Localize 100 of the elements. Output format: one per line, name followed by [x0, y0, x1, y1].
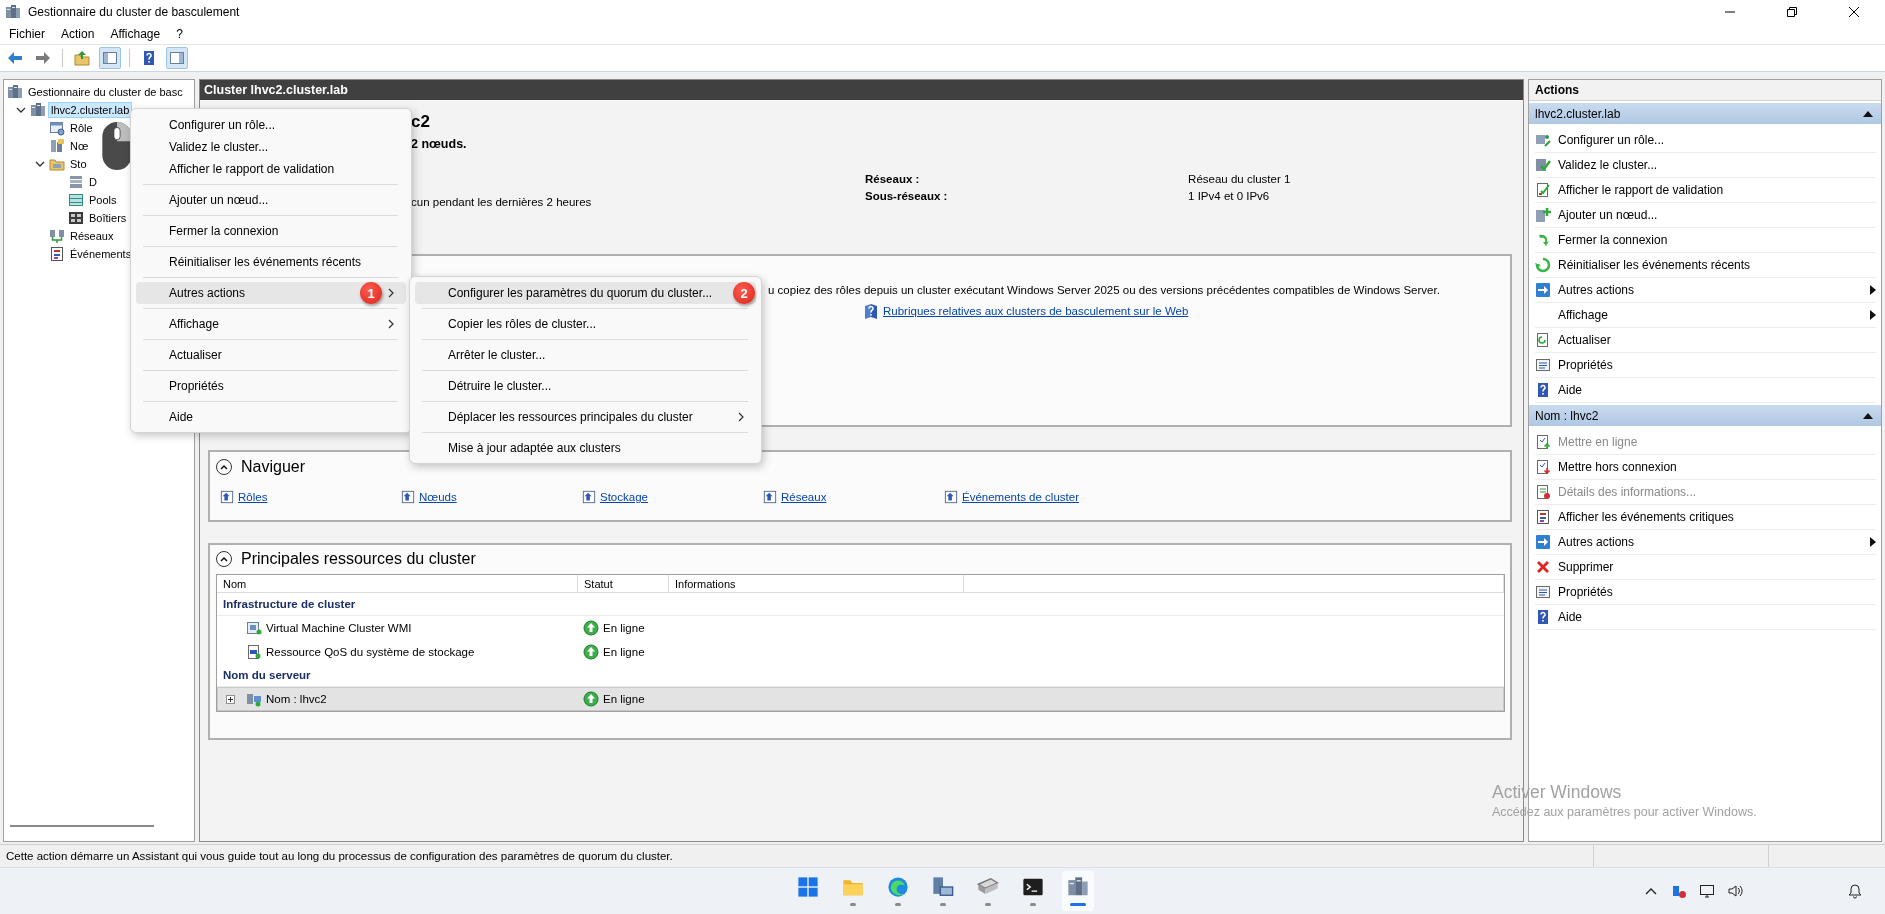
- info-text: u copiez des rôles depuis un cluster exécutant Windows Server 2025 ou des versions précédentes compatibles de Windows Server.: [768, 284, 1440, 296]
- action-item[interactable]: Autres actions: [1535, 530, 1876, 555]
- column-header[interactable]: Nom: [217, 575, 578, 592]
- status-up-icon: [583, 620, 599, 636]
- notification-icon[interactable]: [1847, 883, 1863, 899]
- nav-link[interactable]: Réseaux: [781, 491, 827, 503]
- tree-item[interactable]: D: [86, 174, 100, 190]
- menu-item[interactable]: Réinitialiser les événements récents: [136, 251, 406, 273]
- menu-item[interactable]: Configurer un rôle...: [136, 114, 406, 136]
- menu-entry[interactable]: Fichier: [1, 27, 53, 41]
- speaker-icon[interactable]: [1727, 883, 1743, 899]
- forward-icon: [35, 50, 51, 66]
- column-header[interactable]: Statut: [578, 575, 669, 592]
- table-cell: Ressource QoS du système de stockage: [266, 646, 475, 658]
- action-item[interactable]: Aide: [1535, 378, 1876, 403]
- browser-icon: [886, 876, 909, 898]
- action-item[interactable]: Autres actions: [1535, 278, 1876, 303]
- shortcut-icon: [944, 490, 958, 504]
- table-cell: En ligne: [603, 693, 645, 705]
- status-up-icon: [583, 691, 599, 707]
- tree-item[interactable]: Rôle: [67, 120, 96, 136]
- shortcut-icon: [220, 490, 234, 504]
- monitor-icon[interactable]: [1699, 883, 1715, 899]
- menu-item[interactable]: Mise à jour adaptée aux clusters: [415, 437, 756, 459]
- action-item[interactable]: Supprimer: [1535, 555, 1876, 580]
- menu-entry[interactable]: Affichage: [102, 27, 169, 41]
- network-alert-icon[interactable]: [1671, 883, 1687, 899]
- column-header[interactable]: Informations: [669, 575, 964, 592]
- section-header[interactable]: Nom : lhvc2: [1529, 405, 1881, 426]
- tree-item[interactable]: Boîtiers: [86, 210, 130, 226]
- action-item[interactable]: Afficher le rapport de validation: [1535, 178, 1876, 203]
- tree-item[interactable]: Nœ: [67, 138, 92, 154]
- fact-value: 1 IPv4 et 0 IPv6: [1188, 190, 1271, 202]
- nav-link[interactable]: Stockage: [600, 491, 648, 503]
- action-item[interactable]: Validez le cluster...: [1535, 153, 1876, 178]
- action-item[interactable]: Propriétés: [1535, 353, 1876, 378]
- server-network-icon: [246, 691, 262, 707]
- toolbar-button[interactable]: [99, 47, 121, 69]
- section-title: Principales ressources du cluster: [241, 550, 476, 568]
- scrollbar[interactable]: [10, 825, 154, 827]
- action-item[interactable]: Actualiser: [1535, 328, 1876, 353]
- tree-item[interactable]: Pools: [86, 192, 120, 208]
- action-item[interactable]: Afficher les événements critiques: [1535, 505, 1876, 530]
- menu-item[interactable]: Arrêter le cluster...: [415, 344, 756, 366]
- help-icon: [141, 50, 157, 66]
- chevron-icon[interactable]: [16, 105, 26, 115]
- menu-entry[interactable]: Action: [53, 27, 103, 41]
- tree-item[interactable]: Réseaux: [67, 228, 117, 244]
- menu-item[interactable]: Configurer les paramètres du quorum du cluster... 2: [415, 282, 756, 304]
- nav-link[interactable]: Nœuds: [419, 491, 457, 503]
- pane-icon: [169, 50, 185, 66]
- help-link[interactable]: Rubriques relatives aux clusters de basculement sur le Web: [883, 305, 1189, 317]
- chevron-icon[interactable]: [35, 159, 45, 169]
- network-icon: [49, 228, 65, 244]
- menu-item[interactable]: Détruire le cluster...: [415, 375, 756, 397]
- expand-toggle[interactable]: [226, 694, 235, 704]
- menu-entry[interactable]: ?: [168, 27, 191, 41]
- action-item[interactable]: Propriétés: [1535, 580, 1876, 605]
- menu-item[interactable]: Déplacer les ressources principales du cluster: [415, 406, 756, 428]
- action-item[interactable]: Mettre hors connexion: [1535, 455, 1876, 480]
- action-item[interactable]: Ajouter un nœud...: [1535, 203, 1876, 228]
- tree-item[interactable]: lhvc2.cluster.lab: [48, 102, 133, 118]
- table-row[interactable]: Nom : lhvc2 En ligne: [217, 687, 1504, 711]
- tree-item[interactable]: Sto: [67, 156, 90, 172]
- section-header[interactable]: lhvc2.cluster.lab: [1529, 103, 1881, 124]
- action-item[interactable]: Affichage: [1535, 303, 1876, 328]
- menu-item[interactable]: Ajouter un nœud...: [136, 189, 406, 211]
- menu-item[interactable]: Afficher le rapport de validation: [136, 158, 406, 180]
- menu-item[interactable]: Aide: [136, 406, 406, 428]
- shortcut-icon: [582, 490, 596, 504]
- action-item[interactable]: Fermer la connexion: [1535, 228, 1876, 253]
- nav-link[interactable]: Événements de cluster: [962, 491, 1079, 503]
- status-up-icon: [583, 644, 599, 660]
- terminal-icon: [1021, 876, 1044, 898]
- collapse-toggle[interactable]: [216, 459, 232, 475]
- cluster-icon: [7, 84, 23, 100]
- collapse-icon[interactable]: [1863, 109, 1873, 118]
- menu-item[interactable]: Propriétés: [136, 375, 406, 397]
- table-cell: Nom : lhvc2: [266, 693, 327, 705]
- tree-item[interactable]: Événements: [67, 246, 135, 262]
- back-icon: [7, 50, 23, 66]
- collapse-icon[interactable]: [1863, 411, 1873, 420]
- document-alert-icon: [1535, 484, 1551, 500]
- fact-value: Réseau du cluster 1: [1188, 173, 1292, 185]
- log-icon: [49, 246, 65, 262]
- action-item[interactable]: Aide: [1535, 605, 1876, 630]
- menu-item[interactable]: Autres actions 1: [136, 282, 406, 304]
- menu-item[interactable]: Fermer la connexion: [136, 220, 406, 242]
- menu-item[interactable]: Validez le cluster...: [136, 136, 406, 158]
- collapse-toggle[interactable]: [216, 551, 232, 567]
- group-header: Infrastructure de cluster: [223, 598, 356, 610]
- action-item[interactable]: Réinitialiser les événements récents: [1535, 253, 1876, 278]
- tree-item[interactable]: Gestionnaire du cluster de basc: [25, 84, 186, 100]
- shortcut-icon: [763, 490, 777, 504]
- nav-link[interactable]: Rôles: [238, 491, 268, 503]
- toolbar-button[interactable]: [166, 47, 188, 69]
- menu-item[interactable]: Affichage: [136, 313, 406, 335]
- menu-item[interactable]: Actualiser: [136, 344, 406, 366]
- action-item[interactable]: Configurer un rôle...: [1535, 128, 1876, 153]
- menu-item[interactable]: Copier les rôles de cluster...: [415, 313, 756, 335]
